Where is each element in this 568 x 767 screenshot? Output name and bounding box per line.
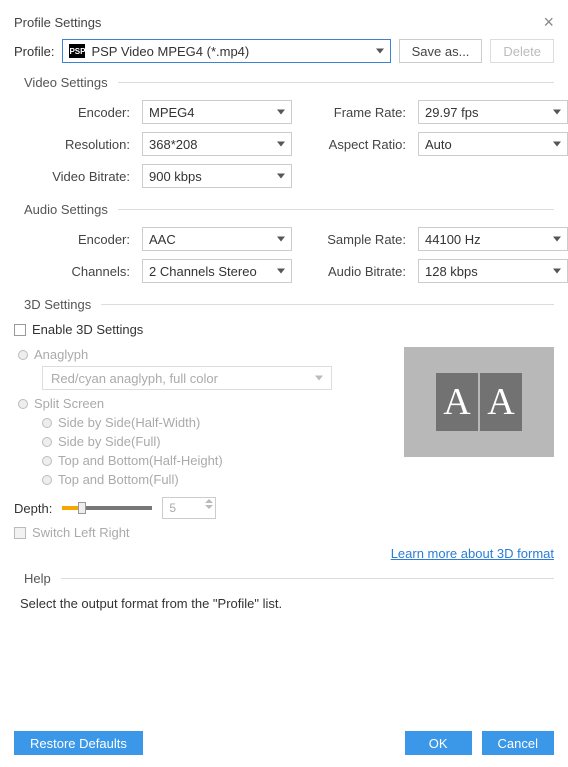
chevron-down-icon	[376, 49, 384, 54]
chevron-down-icon	[277, 142, 285, 147]
anaglyph-type-value: Red/cyan anaglyph, full color	[51, 371, 218, 386]
framerate-value: 29.97 fps	[425, 105, 479, 120]
enable-3d-label: Enable 3D Settings	[32, 322, 143, 337]
chevron-down-icon	[315, 376, 323, 381]
aspect-select[interactable]: Auto	[418, 132, 568, 156]
chevron-down-icon	[277, 269, 285, 274]
chevron-down-icon	[277, 110, 285, 115]
tb-half-label: Top and Bottom(Half-Height)	[58, 453, 223, 468]
3d-section-label: 3D Settings	[14, 297, 91, 312]
resolution-select[interactable]: 368*208	[142, 132, 292, 156]
restore-defaults-button[interactable]: Restore Defaults	[14, 731, 143, 755]
chevron-down-icon	[277, 174, 285, 179]
resolution-value: 368*208	[149, 137, 197, 152]
chevron-down-icon	[553, 269, 561, 274]
video-encoder-select[interactable]: MPEG4	[142, 100, 292, 124]
slider-thumb[interactable]	[78, 502, 86, 514]
tb-half-radio	[42, 456, 52, 466]
preview-letter-right: A	[480, 373, 522, 431]
switch-lr-label: Switch Left Right	[32, 525, 130, 540]
depth-label: Depth:	[14, 501, 52, 516]
samplerate-label: Sample Rate:	[300, 232, 410, 247]
help-text: Select the output format from the "Profi…	[20, 596, 554, 611]
aspect-label: Aspect Ratio:	[300, 137, 410, 152]
depth-slider[interactable]	[62, 506, 152, 510]
framerate-select[interactable]: 29.97 fps	[418, 100, 568, 124]
chevron-down-icon	[205, 505, 213, 509]
3d-preview: A A	[404, 347, 554, 457]
chevron-up-icon	[205, 499, 213, 503]
resolution-label: Resolution:	[14, 137, 134, 152]
audio-section-label: Audio Settings	[14, 202, 108, 217]
video-encoder-value: MPEG4	[149, 105, 195, 120]
framerate-label: Frame Rate:	[300, 105, 410, 120]
aspect-value: Auto	[425, 137, 452, 152]
depth-spinner: 5	[162, 497, 216, 519]
sbs-full-label: Side by Side(Full)	[58, 434, 161, 449]
divider	[118, 82, 554, 83]
enable-3d-checkbox[interactable]	[14, 324, 26, 336]
divider	[118, 209, 554, 210]
anaglyph-type-select: Red/cyan anaglyph, full color	[42, 366, 332, 390]
samplerate-value: 44100 Hz	[425, 232, 481, 247]
depth-value: 5	[169, 501, 176, 515]
split-screen-radio	[18, 399, 28, 409]
video-bitrate-label: Video Bitrate:	[14, 169, 134, 184]
help-section-label: Help	[14, 571, 51, 586]
learn-more-link[interactable]: Learn more about 3D format	[391, 546, 554, 561]
audio-bitrate-label: Audio Bitrate:	[300, 264, 410, 279]
profile-select[interactable]: PSP PSP Video MPEG4 (*.mp4)	[62, 39, 390, 63]
preview-letter-left: A	[436, 373, 478, 431]
divider	[61, 578, 554, 579]
delete-button: Delete	[490, 39, 554, 63]
audio-encoder-value: AAC	[149, 232, 176, 247]
channels-value: 2 Channels Stereo	[149, 264, 257, 279]
chevron-down-icon	[553, 237, 561, 242]
divider	[101, 304, 554, 305]
sbs-full-radio	[42, 437, 52, 447]
samplerate-select[interactable]: 44100 Hz	[418, 227, 568, 251]
anaglyph-radio	[18, 350, 28, 360]
close-icon[interactable]: ×	[543, 12, 554, 33]
cancel-button[interactable]: Cancel	[482, 731, 554, 755]
video-section-label: Video Settings	[14, 75, 108, 90]
switch-lr-checkbox	[14, 527, 26, 539]
sbs-half-label: Side by Side(Half-Width)	[58, 415, 200, 430]
profile-label: Profile:	[14, 44, 54, 59]
sbs-half-radio	[42, 418, 52, 428]
save-as-button[interactable]: Save as...	[399, 39, 483, 63]
dialog-title: Profile Settings	[14, 15, 101, 30]
chevron-down-icon	[553, 142, 561, 147]
chevron-down-icon	[277, 237, 285, 242]
video-encoder-label: Encoder:	[14, 105, 134, 120]
anaglyph-label: Anaglyph	[34, 347, 88, 362]
profile-value: PSP Video MPEG4 (*.mp4)	[91, 44, 249, 59]
split-screen-label: Split Screen	[34, 396, 104, 411]
tb-full-radio	[42, 475, 52, 485]
psp-icon: PSP	[69, 44, 85, 58]
audio-bitrate-select[interactable]: 128 kbps	[418, 259, 568, 283]
audio-encoder-label: Encoder:	[14, 232, 134, 247]
ok-button[interactable]: OK	[405, 731, 472, 755]
channels-label: Channels:	[14, 264, 134, 279]
video-bitrate-select[interactable]: 900 kbps	[142, 164, 292, 188]
audio-bitrate-value: 128 kbps	[425, 264, 478, 279]
video-bitrate-value: 900 kbps	[149, 169, 202, 184]
tb-full-label: Top and Bottom(Full)	[58, 472, 179, 487]
chevron-down-icon	[553, 110, 561, 115]
channels-select[interactable]: 2 Channels Stereo	[142, 259, 292, 283]
audio-encoder-select[interactable]: AAC	[142, 227, 292, 251]
